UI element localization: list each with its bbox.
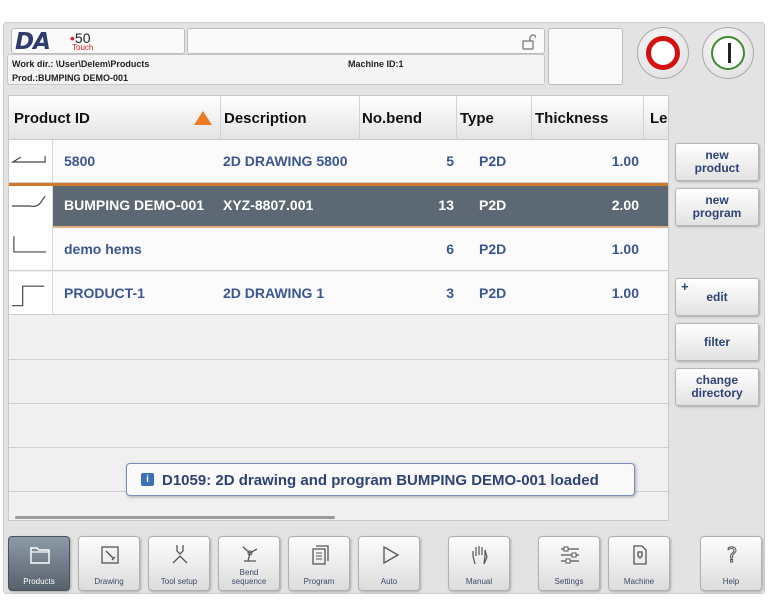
type: P2D (479, 197, 507, 213)
hand-icon (472, 546, 488, 565)
empty-row (9, 404, 668, 448)
play-icon (383, 545, 400, 565)
new-program-button[interactable]: new program (675, 188, 759, 226)
table-row[interactable]: demo hems 6 P2D 1.00 (9, 228, 668, 271)
tab-bend-sequence[interactable]: Bend sequence (218, 536, 280, 591)
tab-auto[interactable]: Auto (358, 536, 420, 591)
start-button[interactable] (702, 27, 754, 79)
type: P2D (479, 241, 507, 257)
status-box (548, 28, 623, 85)
tab-drawing[interactable]: Drawing (78, 536, 140, 591)
tab-help[interactable]: ? Help (700, 536, 762, 591)
machine-icon (633, 545, 647, 565)
bend-count: 13 (438, 197, 454, 213)
col-description[interactable]: Description (224, 110, 307, 127)
description: 2D DRAWING 5800 (223, 153, 348, 169)
edit-button[interactable]: + edit (675, 278, 759, 316)
filter-button[interactable]: filter (675, 323, 759, 361)
bend-count: 5 (446, 153, 454, 169)
info-icon: i (141, 473, 154, 486)
description: XYZ-8807.001 (223, 197, 314, 213)
logo-touch: Touch (72, 43, 94, 52)
profile-thumbnail (9, 140, 53, 182)
tab-program[interactable]: Program (288, 536, 350, 591)
product-table: Product ID Description No.bend Type Thic… (8, 95, 669, 521)
logo-da: DA (15, 29, 51, 55)
product-id: PRODUCT-1 (64, 285, 145, 301)
status-message-text: D1059: 2D drawing and program BUMPING DE… (162, 472, 599, 489)
change-directory-button[interactable]: change directory (675, 368, 759, 406)
tool-setup-icon (172, 545, 188, 564)
thickness: 1.00 (611, 153, 639, 169)
product-id: 5800 (64, 153, 96, 169)
bend-count: 6 (446, 241, 454, 257)
help-icon: ? (726, 543, 738, 567)
status-message: i D1059: 2D drawing and program BUMPING … (126, 463, 635, 496)
col-product-id[interactable]: Product ID (14, 110, 90, 127)
table-row-selected[interactable]: BUMPING DEMO-001 XYZ-8807.001 13 P2D 2.0… (9, 183, 668, 228)
empty-row (9, 360, 668, 404)
machine-id: Machine ID:1 (348, 59, 404, 69)
table-row[interactable]: PRODUCT-1 2D DRAWING 1 3 P2D 1.00 (9, 272, 668, 315)
thickness: 2.00 (611, 197, 639, 213)
tab-tool-setup[interactable]: Tool setup (148, 536, 210, 591)
table-row[interactable]: 5800 2D DRAWING 5800 5 P2D 1.00 (9, 140, 668, 183)
col-thickness[interactable]: Thickness (535, 110, 608, 127)
status-info: Work dir.: \User\Delem\Products Prod.:BU… (7, 54, 545, 85)
type: P2D (479, 153, 507, 169)
table-header: Product ID Description No.bend Type Thic… (9, 96, 668, 140)
empty-row (9, 316, 668, 360)
title-bar (187, 28, 545, 54)
settings-icon (561, 546, 579, 564)
tab-machine[interactable]: Machine (608, 536, 670, 591)
work-dir: Work dir.: \User\Delem\Products (12, 59, 150, 69)
program-icon (312, 545, 329, 565)
thickness: 1.00 (611, 285, 639, 301)
logo: DA •50 Touch (11, 28, 185, 55)
type: P2D (479, 285, 507, 301)
start-icon (711, 36, 745, 70)
current-product: Prod.:BUMPING DEMO-001 (12, 73, 129, 83)
tab-products[interactable]: Products (8, 536, 70, 591)
new-product-button[interactable]: new product (675, 143, 759, 181)
product-id: BUMPING DEMO-001 (64, 197, 205, 213)
bend-sequence-icon (242, 546, 258, 562)
stop-button[interactable] (637, 27, 689, 79)
description: 2D DRAWING 1 (223, 285, 325, 301)
bend-count: 3 (446, 285, 454, 301)
drawing-icon (101, 546, 119, 564)
svg-text:?: ? (727, 543, 738, 567)
profile-thumbnail (9, 272, 53, 314)
stop-icon (646, 36, 680, 70)
tab-settings[interactable]: Settings (538, 536, 600, 591)
profile-thumbnail (9, 186, 53, 228)
horizontal-scrollbar[interactable] (15, 516, 335, 519)
thickness: 1.00 (611, 241, 639, 257)
profile-thumbnail (9, 228, 53, 270)
col-type[interactable]: Type (460, 110, 494, 127)
sort-up-icon[interactable] (194, 111, 212, 125)
product-id: demo hems (64, 241, 142, 257)
unlock-icon[interactable] (522, 34, 536, 50)
folder-icon (30, 547, 50, 564)
col-no-bend[interactable]: No.bend (362, 110, 422, 127)
plus-icon: + (681, 279, 689, 294)
tab-manual[interactable]: Manual (448, 536, 510, 591)
col-length[interactable]: Le (650, 110, 668, 127)
app-window: DA •50 Touch Work dir.: \User\Delem\Prod… (3, 22, 765, 594)
